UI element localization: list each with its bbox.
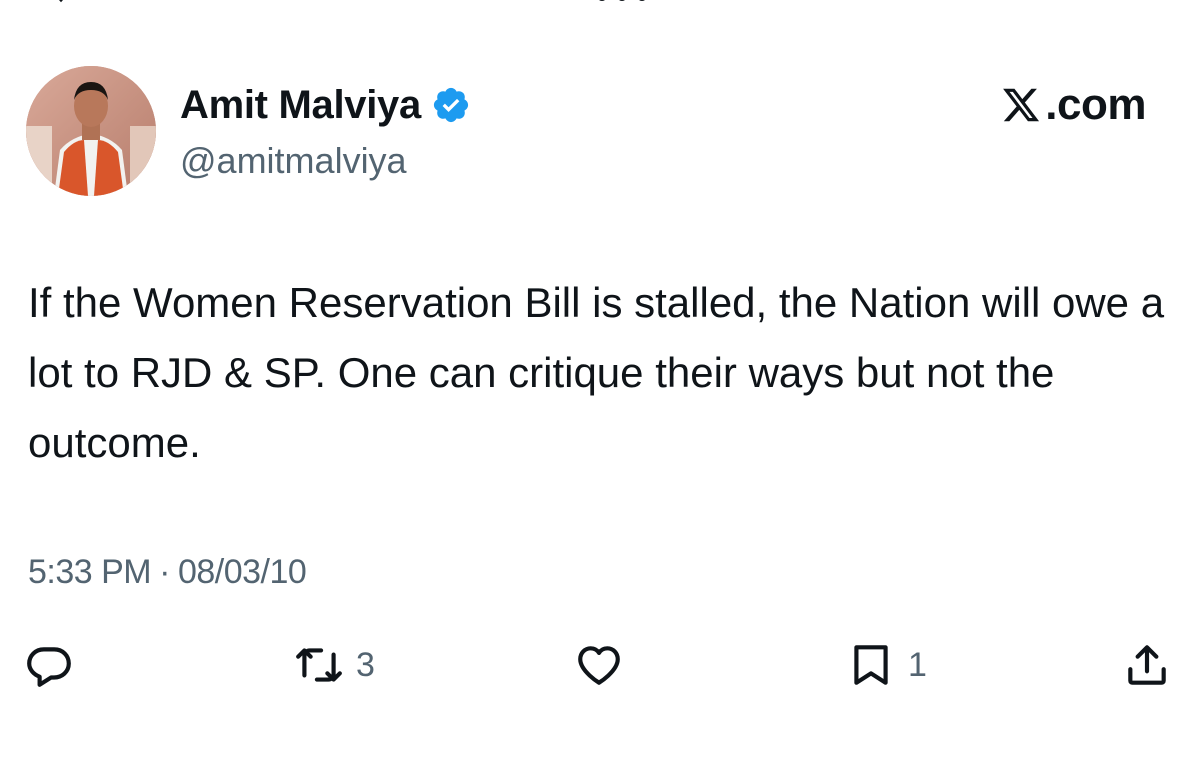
tweet-date: 08/03/10 [177, 553, 307, 591]
tweet-time: 5:33 PM [28, 553, 152, 591]
retweet-count: 3 [356, 646, 375, 684]
reply-button[interactable] [24, 640, 74, 690]
tweet-text: If the Women Reservation Bill is stalled… [28, 279, 1165, 466]
x-logo-icon [1003, 88, 1040, 122]
top-cropped-bar [0, 0, 1200, 10]
more-options-icon[interactable] [592, 0, 652, 6]
author-display-name[interactable]: Amit Malviya [180, 82, 421, 128]
heart-icon [578, 646, 620, 685]
bookmark-icon [854, 645, 888, 685]
verified-badge-icon [433, 87, 469, 123]
retweet-icon [296, 648, 342, 682]
reply-icon [27, 647, 71, 687]
brand-watermark: .com [1001, 80, 1146, 130]
brand-suffix: .com [1045, 80, 1146, 129]
share-icon [1128, 645, 1166, 685]
retweet-button[interactable]: 3 [294, 640, 375, 690]
timestamp-separator: · [159, 553, 170, 591]
tweet-action-bar: 3 1 [0, 640, 1200, 696]
avatar-photo [26, 66, 156, 196]
share-button[interactable] [1122, 640, 1172, 690]
like-button[interactable] [574, 640, 624, 690]
author-handle[interactable]: @amitmalviya [180, 140, 407, 182]
tweet-timestamp[interactable]: 5:33 PM · 08/03/10 [28, 552, 307, 592]
bookmark-button[interactable]: 1 [846, 640, 927, 690]
avatar[interactable] [26, 66, 156, 196]
bookmark-count: 1 [908, 646, 927, 684]
back-arrow-icon[interactable] [52, 0, 70, 4]
author-name-row[interactable]: Amit Malviya [180, 82, 471, 128]
